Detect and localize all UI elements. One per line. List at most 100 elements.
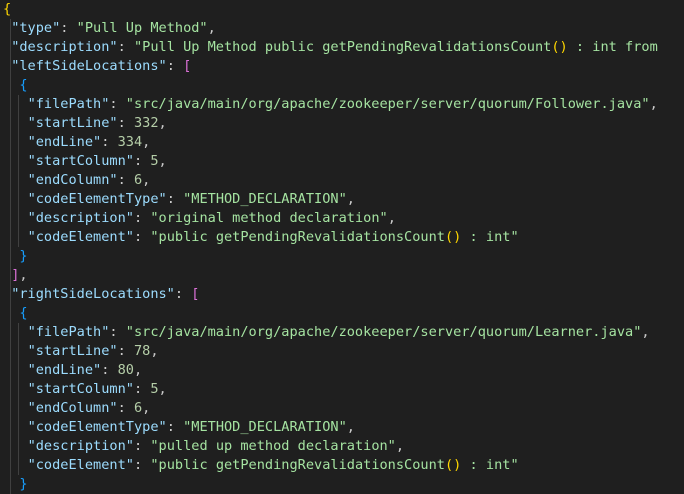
code-token: "endColumn"	[27, 172, 118, 188]
code-token: ,	[158, 153, 167, 169]
code-token: "endLine"	[27, 134, 102, 150]
code-token: ,	[395, 438, 405, 454]
code-token: : int from	[567, 39, 658, 55]
code-token: [	[191, 286, 200, 302]
code-token: 5	[150, 381, 159, 397]
code-token: "codeElementType"	[27, 191, 167, 207]
code-token: :	[174, 286, 192, 302]
code-token: :	[109, 96, 126, 112]
code-token: :	[133, 457, 151, 473]
code-token: "METHOD_DECLARATION"	[183, 419, 347, 435]
code-token: 332	[133, 115, 159, 131]
code-line: "startColumn": 5,	[3, 152, 658, 171]
code-line: "filePath": "src/java/main/org/apache/zo…	[3, 323, 658, 342]
code-token: {	[19, 77, 28, 93]
code-token: ,	[142, 134, 151, 150]
code-line: "startLine": 332,	[3, 114, 658, 133]
code-line: "startLine": 78,	[3, 342, 658, 361]
code-token: 78	[133, 343, 151, 359]
code-line: "codeElement": "public getPendingRevalid…	[3, 228, 658, 247]
code-token: "description"	[27, 438, 134, 454]
code-line: "codeElement": "public getPendingRevalid…	[3, 456, 658, 475]
code-token: "startColumn"	[27, 153, 134, 169]
code-token: :	[117, 343, 134, 359]
code-line: "endColumn": 6,	[3, 171, 658, 190]
code-token: 5	[150, 153, 159, 169]
code-line: "leftSideLocations": [	[3, 57, 658, 76]
code-token: :	[109, 324, 126, 340]
code-token: :	[117, 115, 134, 131]
code-token: "endColumn"	[27, 400, 118, 416]
code-lines: { "type": "Pull Up Method", "description…	[3, 0, 658, 494]
code-token: ()	[444, 457, 462, 473]
code-token: ,	[346, 191, 355, 207]
code-token: "endLine"	[27, 362, 102, 378]
code-token: :	[166, 419, 184, 435]
code-token: "src/java/main/org/apache/zookeeper/serv…	[125, 96, 650, 112]
code-token: :	[166, 191, 184, 207]
code-line: "codeElementType": "METHOD_DECLARATION",	[3, 190, 658, 209]
code-token: ,	[158, 115, 167, 131]
code-token: ,	[142, 400, 151, 416]
code-token: "leftSideLocations"	[11, 58, 167, 74]
code-token: :	[117, 39, 134, 55]
code-token: ,	[649, 96, 658, 112]
code-token: ,	[641, 324, 650, 340]
code-token: "Pull Up Method public getPendingRevalid…	[133, 39, 552, 55]
code-line: "codeElementType": "METHOD_DECLARATION",	[3, 418, 658, 437]
code-line: }	[3, 475, 658, 494]
code-token: :	[101, 362, 118, 378]
code-line: "startColumn": 5,	[3, 380, 658, 399]
code-token: :	[133, 229, 151, 245]
code-token: :	[101, 134, 118, 150]
code-token: :	[117, 400, 134, 416]
code-line: "description": "pulled up method declara…	[3, 437, 658, 456]
code-token: :	[60, 20, 77, 36]
code-line: "endLine": 80,	[3, 361, 658, 380]
code-token: "codeElement"	[27, 457, 134, 473]
code-line: {	[3, 0, 658, 19]
code-token: }	[19, 476, 28, 492]
code-token: "public getPendingRevalidationsCount	[150, 457, 445, 473]
code-token: "pulled up method declaration"	[150, 438, 396, 454]
code-token: :	[133, 438, 151, 454]
code-line: "endColumn": 6,	[3, 399, 658, 418]
code-token: "rightSideLocations"	[11, 286, 175, 302]
code-token: ,	[133, 362, 143, 378]
code-token: ,	[19, 267, 28, 283]
code-token: :	[133, 381, 151, 397]
code-editor[interactable]: { "type": "Pull Up Method", "description…	[0, 0, 684, 494]
code-token: "codeElementType"	[27, 419, 167, 435]
code-token: "startLine"	[27, 343, 118, 359]
code-token: ,	[158, 381, 167, 397]
code-token: {	[3, 1, 12, 17]
code-line: {	[3, 304, 658, 323]
code-line: "endLine": 334,	[3, 133, 658, 152]
code-token: }	[19, 248, 28, 264]
code-token: "original method declaration"	[150, 210, 388, 226]
code-token: ,	[150, 343, 159, 359]
code-token: "description"	[27, 210, 134, 226]
code-token: 80	[117, 362, 134, 378]
code-line: "rightSideLocations": [	[3, 285, 658, 304]
code-token: "codeElement"	[27, 229, 134, 245]
code-line: "description": "original method declarat…	[3, 209, 658, 228]
code-line: "type": "Pull Up Method",	[3, 19, 658, 38]
